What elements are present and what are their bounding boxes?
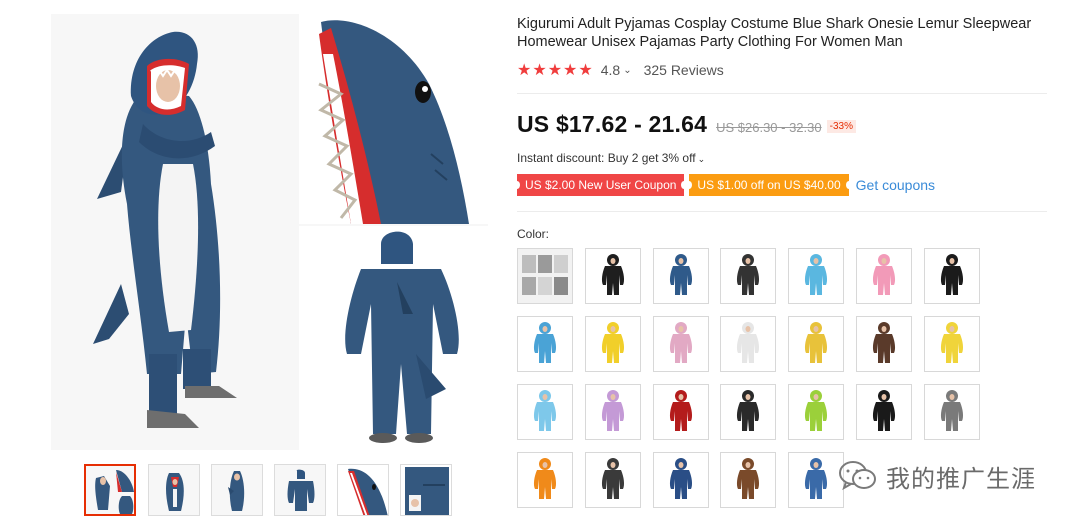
color-swatch[interactable] — [923, 248, 980, 304]
chevron-down-icon[interactable]: ⌄ — [623, 65, 631, 76]
color-swatch[interactable] — [788, 384, 845, 440]
color-swatch[interactable] — [652, 384, 709, 440]
black-onesie-icon — [585, 249, 640, 303]
new-user-coupon[interactable]: US $2.00 New User Coupon — [513, 174, 688, 196]
black-white-onesie-icon — [721, 385, 776, 439]
color-swatch[interactable] — [584, 384, 641, 440]
color-swatch[interactable] — [856, 316, 912, 372]
color-swatch[interactable] — [923, 384, 980, 440]
brown-bear-onesie-icon — [721, 453, 776, 507]
star-icon: ★ — [578, 60, 593, 79]
get-coupons-link[interactable]: Get coupons — [856, 177, 935, 193]
color-swatch[interactable] — [856, 384, 912, 440]
price: US $17.62 - 21.64 — [517, 111, 708, 137]
thumbnail-image — [149, 465, 199, 515]
grid-photo-icon — [518, 249, 572, 303]
color-swatch[interactable] — [652, 452, 709, 508]
color-swatch[interactable] — [923, 316, 980, 372]
thumbnail-image — [275, 465, 325, 515]
thumbnail-image — [401, 465, 451, 515]
color-swatch[interactable] — [856, 248, 912, 304]
price-row: US $17.62 - 21.64 US $26.30 - 32.30 -33% — [517, 111, 856, 139]
thumbnail-image — [212, 465, 262, 515]
blue-shark-onesie-2-icon — [789, 453, 844, 507]
star-icon: ★ — [532, 60, 547, 79]
watermark-text: 我的推广生涯 — [886, 464, 1036, 493]
watermark: 我的推广生涯 — [838, 456, 1036, 496]
rating-row: ★ ★ ★ ★ ★ 4.8 ⌄ 325 Reviews — [517, 61, 724, 79]
color-swatch[interactable] — [788, 452, 845, 508]
shark-onesie-photo — [51, 14, 488, 450]
color-swatch[interactable] — [652, 248, 709, 304]
thumbnail-image — [86, 466, 134, 514]
color-swatch[interactable] — [584, 248, 641, 304]
white-panda-onesie-icon — [721, 317, 776, 371]
blue-shark-onesie-icon — [653, 249, 708, 303]
color-swatch[interactable] — [584, 452, 641, 508]
color-swatch[interactable] — [517, 248, 573, 304]
color-swatch[interactable] — [720, 248, 777, 304]
original-price: US $26.30 - 32.30 — [716, 120, 822, 135]
red-black-onesie-icon — [653, 385, 708, 439]
black-cat-onesie-icon — [857, 385, 911, 439]
color-swatch[interactable] — [584, 316, 641, 372]
orange-onesie-icon — [518, 453, 572, 507]
color-swatch[interactable] — [788, 316, 845, 372]
panda-onesie-icon — [721, 249, 776, 303]
instant-discount-label: Instant discount: Buy 2 get 3% off — [517, 151, 696, 165]
color-swatch[interactable] — [517, 316, 573, 372]
main-product-image[interactable] — [51, 14, 488, 450]
product-title: Kigurumi Adult Pyjamas Cosplay Costume B… — [517, 16, 1032, 50]
pink-unicorn-onesie-icon — [857, 249, 911, 303]
gallery-thumbnail-3[interactable] — [211, 464, 263, 516]
yellow-pikachu-onesie-icon — [924, 317, 979, 371]
color-swatch[interactable] — [652, 316, 709, 372]
instant-discount[interactable]: Instant discount: Buy 2 get 3% off ⌄ — [517, 151, 705, 165]
gallery-thumbnail-6[interactable] — [400, 464, 452, 516]
color-label: Color: — [517, 227, 550, 241]
star-rating: ★ ★ ★ ★ ★ — [517, 62, 594, 78]
coupons-row: US $2.00 New User Coupon US $1.00 off on… — [513, 174, 935, 196]
color-swatch[interactable] — [720, 384, 777, 440]
chevron-down-icon: ⌄ — [697, 154, 706, 164]
rating-value: 4.8 — [600, 62, 621, 78]
green-onesie-icon — [789, 385, 844, 439]
brown-white-onesie-icon — [857, 317, 911, 371]
discount-badge: -33% — [826, 120, 856, 133]
color-swatch[interactable] — [517, 384, 573, 440]
reviews-link[interactable]: 325 Reviews — [644, 62, 724, 78]
minion-onesie-icon — [585, 317, 640, 371]
dark-gray-onesie-icon — [585, 453, 640, 507]
gallery-thumbnail-4[interactable] — [274, 464, 326, 516]
wechat-icon — [839, 461, 876, 491]
light-blue-onesie-icon — [789, 249, 844, 303]
color-swatch[interactable] — [517, 452, 573, 508]
gallery-thumbnail-2[interactable] — [148, 464, 200, 516]
color-swatch[interactable] — [788, 248, 845, 304]
light-blue-onesie-2-icon — [518, 385, 572, 439]
thumbnail-image — [338, 465, 388, 515]
pink-onesie-icon — [653, 317, 708, 371]
purple-onesie-icon — [585, 385, 640, 439]
color-swatch[interactable] — [720, 316, 777, 372]
star-icon: ★ — [547, 60, 563, 79]
star-icon: ★ — [563, 60, 578, 79]
color-swatch[interactable] — [720, 452, 777, 508]
blue-navy-onesie-icon — [653, 453, 708, 507]
gray-husky-onesie-icon — [924, 385, 979, 439]
star-icon: ★ — [517, 60, 532, 79]
gallery-thumbnail-5[interactable] — [337, 464, 389, 516]
blue-stitch-onesie-icon — [518, 317, 572, 371]
gallery-thumbnail-1[interactable] — [84, 464, 136, 516]
divider — [517, 93, 1047, 94]
black-dark-onesie-icon — [924, 249, 979, 303]
giraffe-onesie-icon — [789, 317, 844, 371]
order-discount-coupon[interactable]: US $1.00 off on US $40.00 — [686, 174, 852, 196]
divider — [517, 211, 1047, 212]
